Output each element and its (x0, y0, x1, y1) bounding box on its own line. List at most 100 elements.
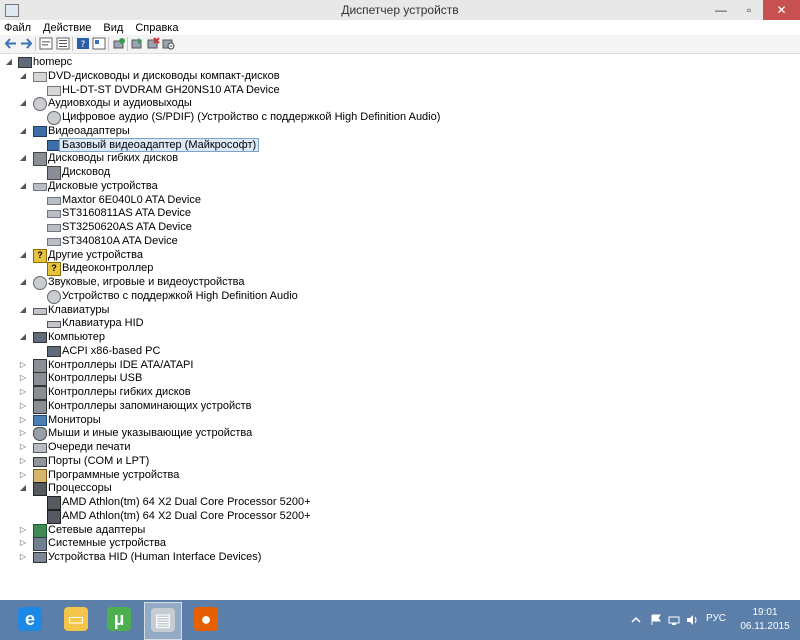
view-icon[interactable] (92, 37, 106, 50)
menu-bar: Файл Действие Вид Справка (0, 20, 800, 35)
menu-action[interactable]: Действие (37, 21, 97, 36)
print-icon (33, 443, 47, 453)
cpu-icon (47, 496, 61, 510)
device-label: Дисководы гибких дисков (48, 152, 179, 165)
device-label: Клавиатура HID (62, 317, 144, 330)
controller-icon (33, 372, 47, 387)
collapse-arrow-icon[interactable]: ◢ (18, 69, 28, 83)
disable-icon[interactable] (161, 37, 175, 50)
device-label: Контроллеры запоминающих устройств (48, 399, 252, 412)
language-indicator[interactable]: РУС (706, 613, 726, 624)
collapse-arrow-icon[interactable]: ◢ (4, 55, 14, 69)
disk-icon (47, 224, 61, 232)
collapse-arrow-icon[interactable]: ◢ (18, 330, 28, 344)
device-label: Звуковые, игровые и видеоустройства (48, 276, 245, 288)
expand-arrow-icon[interactable]: ▷ (18, 536, 28, 550)
collapse-arrow-icon[interactable]: ◢ (18, 124, 28, 138)
controller-icon (33, 399, 47, 414)
uninstall-icon[interactable] (146, 37, 160, 50)
device-label: Maxtor 6E040L0 ATA Device (62, 193, 201, 206)
menu-file[interactable]: Файл (0, 21, 37, 36)
volume-icon[interactable] (686, 614, 698, 626)
refresh-icon[interactable] (112, 37, 126, 50)
expand-arrow-icon[interactable]: ▷ (18, 468, 28, 482)
expand-arrow-icon[interactable]: ▷ (18, 440, 28, 454)
program-icon (33, 468, 47, 483)
floppy-icon (33, 152, 47, 167)
device-label: Дисковые устройства (48, 179, 158, 192)
firefox-icon[interactable]: ● (188, 602, 224, 638)
collapse-arrow-icon[interactable]: ◢ (18, 179, 28, 193)
device-label: ST340810A ATA Device (62, 234, 178, 247)
collapse-arrow-icon[interactable]: ◢ (18, 96, 28, 110)
menu-view[interactable]: Вид (97, 21, 129, 36)
device-label: Другие устройства (48, 248, 143, 261)
expand-arrow-icon[interactable]: ▷ (18, 399, 28, 413)
tray-arrow-icon[interactable] (630, 614, 642, 626)
device-label: Аудиовходы и аудиовыходы (48, 97, 192, 110)
device-label: Системные устройства (48, 537, 167, 550)
utorrent-icon[interactable]: µ (101, 602, 137, 638)
device-label: ST3250620AS ATA Device (62, 221, 192, 233)
cpu-icon (33, 482, 47, 497)
keyboard-icon (33, 307, 47, 315)
toolbar-separator (35, 37, 36, 51)
device-label: Очереди печати (48, 441, 131, 453)
device-label: Порты (COM и LPT) (48, 454, 150, 467)
expand-arrow-icon[interactable]: ▷ (18, 550, 28, 564)
expand-arrow-icon[interactable]: ▷ (18, 358, 28, 372)
internet-explorer-glyph: e (18, 607, 42, 631)
internet-explorer-icon[interactable]: e (12, 602, 48, 638)
device-label: Процессоры (48, 482, 112, 495)
minimize-button[interactable]: — (708, 0, 734, 20)
device-label: Сетевые адаптеры (48, 523, 146, 536)
device-label: Базовый видеоадаптер (Майкрософт) (59, 137, 260, 152)
maximize-button[interactable]: ▫ (736, 0, 762, 20)
title-bar[interactable]: Диспетчер устройств — ▫ ✕ (0, 0, 800, 22)
collapse-arrow-icon[interactable]: ◢ (18, 275, 28, 289)
collapse-arrow-icon[interactable]: ◢ (18, 248, 28, 262)
device-label: AMD Athlon(tm) 64 X2 Dual Core Processor… (62, 509, 311, 522)
question-icon: ? (33, 248, 47, 263)
device-label: Цифровое аудио (S/PDIF) (Устройство с по… (62, 111, 441, 123)
list-icon[interactable] (56, 37, 70, 50)
scan-icon[interactable] (130, 37, 144, 50)
controller-icon (33, 386, 47, 400)
device-tree[interactable]: ◢ homepc ◢ DVD-дисководы и дисководы компак… (0, 54, 800, 600)
flag-icon[interactable] (650, 614, 662, 626)
audio-icon (33, 97, 47, 112)
collapse-arrow-icon[interactable]: ◢ (18, 303, 28, 317)
expand-arrow-icon[interactable]: ▷ (18, 413, 28, 427)
file-explorer-icon[interactable]: ▭ (58, 602, 94, 638)
device-manager-window: Диспетчер устройств — ▫ ✕ Файл Действие Ви… (0, 0, 800, 600)
close-button[interactable]: ✕ (763, 0, 800, 20)
expand-arrow-icon[interactable]: ▷ (18, 426, 28, 440)
device-label: Мониторы (48, 413, 101, 426)
svg-text:?: ? (81, 40, 86, 50)
properties-icon[interactable] (39, 37, 53, 50)
device-manager-icon[interactable]: ▤ (144, 602, 182, 640)
computer-icon (47, 345, 61, 357)
device-label: Компьютер (48, 331, 105, 343)
file-explorer-glyph: ▭ (64, 607, 88, 631)
expand-arrow-icon[interactable]: ▷ (18, 385, 28, 399)
help-icon[interactable]: ? (76, 37, 90, 50)
device-label: ST3160811AS ATA Device (62, 207, 192, 220)
device-label: Мыши и иные указывающие устройства (48, 427, 253, 440)
menu-help[interactable]: Справка (129, 21, 184, 36)
clock[interactable]: 19:01 06.11.2015 (735, 606, 795, 634)
port-icon (33, 456, 47, 467)
expand-arrow-icon[interactable]: ▷ (18, 523, 28, 537)
back-icon[interactable] (4, 37, 18, 50)
network-icon[interactable] (668, 614, 680, 626)
mouse-icon (33, 427, 47, 442)
device-label: Устройства HID (Human Interface Devices) (48, 551, 262, 563)
collapse-arrow-icon[interactable]: ◢ (18, 151, 28, 165)
computer-icon (33, 332, 47, 343)
forward-icon[interactable] (19, 37, 33, 50)
collapse-arrow-icon[interactable]: ◢ (18, 481, 28, 495)
device-label: DVD-дисководы и дисководы компакт-дисков (48, 69, 280, 82)
expand-arrow-icon[interactable]: ▷ (18, 371, 28, 385)
hid-icon (33, 552, 47, 563)
expand-arrow-icon[interactable]: ▷ (18, 454, 28, 468)
